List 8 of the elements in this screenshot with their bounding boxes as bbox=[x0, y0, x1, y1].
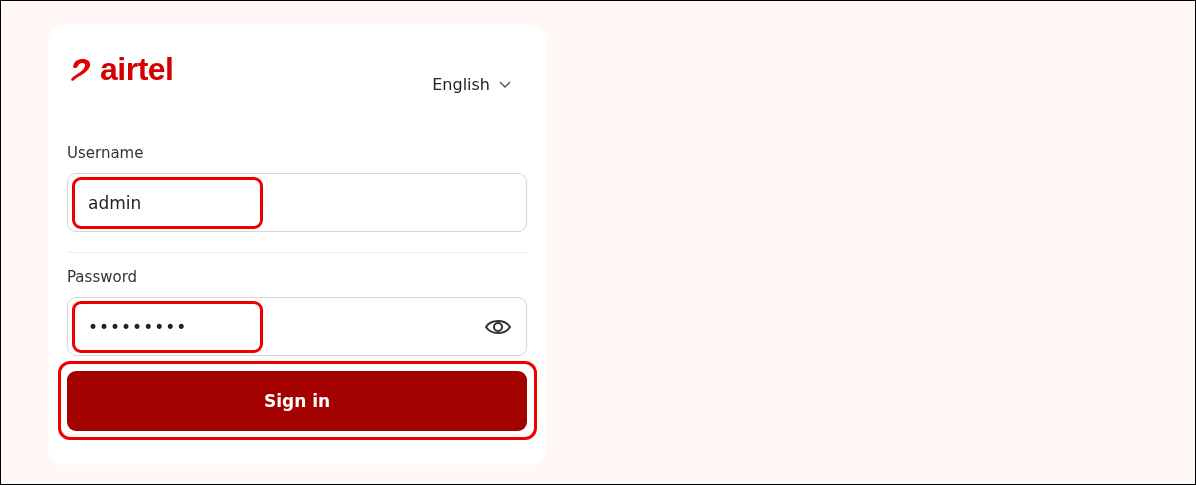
field-label: Username bbox=[67, 143, 145, 163]
password-field[interactable]: ••••••••• bbox=[67, 297, 527, 356]
language-dropdown[interactable]: English bbox=[432, 75, 511, 94]
field-label: Password bbox=[67, 267, 139, 287]
logo-text: airtel bbox=[100, 51, 174, 87]
sign-in-button[interactable]: Sign in bbox=[67, 371, 527, 431]
username-field[interactable]: admin bbox=[67, 173, 527, 232]
chevron-down-icon bbox=[499, 80, 511, 89]
